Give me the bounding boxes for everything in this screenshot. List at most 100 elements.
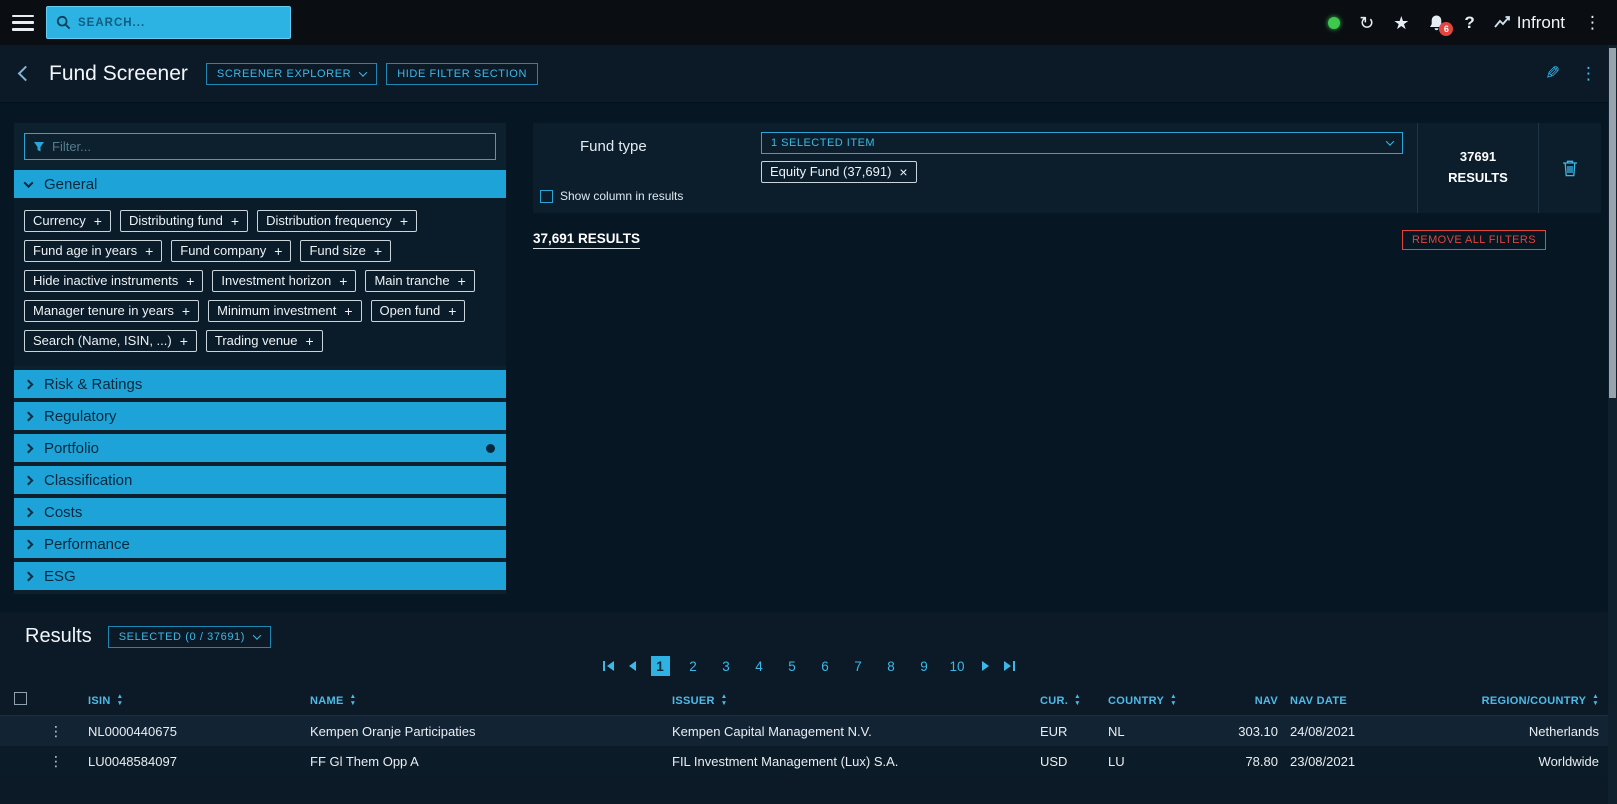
filter-chip-distributing-fund[interactable]: Distributing fund+ xyxy=(120,210,248,232)
column-header-issuer[interactable]: ISSUER▲▼ xyxy=(672,694,1040,706)
sort-icon[interactable]: ▲▼ xyxy=(1170,694,1177,706)
add-icon: + xyxy=(339,274,347,288)
selected-rows-dropdown[interactable]: SELECTED (0 / 37691) xyxy=(108,626,271,648)
filter-chip-fund-company[interactable]: Fund company+ xyxy=(171,240,291,262)
filter-panel: General Currency+ Distributing fund+ Dis… xyxy=(14,123,506,594)
filter-chip-hide-inactive[interactable]: Hide inactive instruments+ xyxy=(24,270,203,292)
menu-icon[interactable] xyxy=(12,15,34,31)
active-filters-area: Fund type Show column in results 1 SELEC… xyxy=(533,123,1601,250)
show-column-checkbox[interactable]: Show column in results xyxy=(540,189,753,203)
filter-chip-minimum-investment[interactable]: Minimum investment+ xyxy=(208,300,361,322)
row-menu-icon[interactable]: ⋮ xyxy=(40,753,88,770)
remove-all-filters-button[interactable]: REMOVE ALL FILTERS xyxy=(1402,230,1546,250)
sort-icon[interactable]: ▲▼ xyxy=(117,694,124,706)
filter-chip-search-name-isin[interactable]: Search (Name, ISIN, ...)+ xyxy=(24,330,197,352)
sort-icon[interactable]: ▲▼ xyxy=(1592,694,1599,706)
delete-filter-button[interactable] xyxy=(1539,123,1601,213)
fund-type-dropdown[interactable]: 1 SELECTED ITEM xyxy=(761,132,1403,154)
column-header-nav-date[interactable]: NAV DATE xyxy=(1278,695,1390,707)
filter-chip-currency[interactable]: Currency+ xyxy=(24,210,111,232)
results-count-link[interactable]: 37,691 RESULTS xyxy=(533,231,640,249)
global-search[interactable] xyxy=(46,6,291,39)
notifications-button[interactable]: 6 xyxy=(1428,14,1445,32)
filter-results-count: 37691 RESULTS xyxy=(1418,123,1538,213)
last-page-button[interactable] xyxy=(1004,661,1015,671)
chevron-right-icon xyxy=(24,379,34,389)
back-button[interactable] xyxy=(20,68,31,79)
select-all-checkbox[interactable] xyxy=(14,692,27,705)
sort-icon[interactable]: ▲▼ xyxy=(1074,694,1081,706)
results-section: Results SELECTED (0 / 37691) 1 2 3 4 5 6… xyxy=(0,612,1617,804)
filter-chip-fund-size[interactable]: Fund size+ xyxy=(300,240,391,262)
screener-explorer-dropdown[interactable]: SCREENER EXPLORER xyxy=(206,63,377,85)
chevron-down-icon xyxy=(1386,137,1394,145)
hide-filter-label: HIDE FILTER SECTION xyxy=(397,68,527,80)
page-button-3[interactable]: 3 xyxy=(717,656,736,676)
page-button-8[interactable]: 8 xyxy=(882,656,901,676)
filter-search[interactable] xyxy=(24,133,496,160)
trash-icon xyxy=(1562,159,1578,177)
page-button-5[interactable]: 5 xyxy=(783,656,802,676)
remove-chip-icon[interactable]: × xyxy=(899,165,907,179)
page-button-10[interactable]: 10 xyxy=(948,656,967,676)
search-input[interactable] xyxy=(78,17,281,29)
add-icon: + xyxy=(306,334,314,348)
page-button-7[interactable]: 7 xyxy=(849,656,868,676)
previous-page-button[interactable] xyxy=(628,661,637,671)
chevron-right-icon xyxy=(24,571,34,581)
row-menu-icon[interactable]: ⋮ xyxy=(40,723,88,740)
section-costs[interactable]: Costs xyxy=(14,498,506,526)
section-performance[interactable]: Performance xyxy=(14,530,506,558)
filter-chip-open-fund[interactable]: Open fund+ xyxy=(371,300,466,322)
cell-nav: 303.10 xyxy=(1192,724,1278,739)
help-button[interactable]: ? xyxy=(1464,14,1474,31)
chevron-right-icon xyxy=(24,443,34,453)
sort-icon[interactable]: ▲▼ xyxy=(721,694,728,706)
overflow-menu-icon[interactable]: ⋮ xyxy=(1584,14,1601,31)
column-header-isin[interactable]: ISIN▲▼ xyxy=(88,694,310,706)
active-filter-card: Fund type Show column in results 1 SELEC… xyxy=(533,123,1601,213)
add-icon: + xyxy=(458,274,466,288)
chevron-right-icon xyxy=(24,475,34,485)
page-button-6[interactable]: 6 xyxy=(816,656,835,676)
filter-chip-fund-age[interactable]: Fund age in years+ xyxy=(24,240,162,262)
next-page-button[interactable] xyxy=(981,661,990,671)
column-header-cur[interactable]: CUR.▲▼ xyxy=(1040,694,1108,706)
section-portfolio[interactable]: Portfolio xyxy=(14,434,506,462)
page-button-2[interactable]: 2 xyxy=(684,656,703,676)
table-row[interactable]: ⋮ NL0000440675 Kempen Oranje Participati… xyxy=(0,716,1617,746)
section-regulatory[interactable]: Regulatory xyxy=(14,402,506,430)
section-general[interactable]: General xyxy=(14,170,506,198)
column-header-nav[interactable]: NAV xyxy=(1192,695,1278,707)
scrollbar-thumb[interactable] xyxy=(1609,48,1616,398)
section-esg[interactable]: ESG xyxy=(14,562,506,590)
section-classification[interactable]: Classification xyxy=(14,466,506,494)
page-button-1[interactable]: 1 xyxy=(651,656,670,676)
chevron-right-icon xyxy=(24,539,34,549)
page-button-9[interactable]: 9 xyxy=(915,656,934,676)
filter-input[interactable] xyxy=(52,139,487,154)
filter-chip-main-tranche[interactable]: Main tranche+ xyxy=(365,270,474,292)
checkbox-icon xyxy=(540,190,553,203)
column-header-region[interactable]: REGION/COUNTRY▲▼ xyxy=(1390,694,1617,706)
vertical-scrollbar[interactable] xyxy=(1608,45,1617,804)
hide-filter-section-button[interactable]: HIDE FILTER SECTION xyxy=(386,63,538,85)
star-icon[interactable]: ★ xyxy=(1393,14,1409,32)
first-page-button[interactable] xyxy=(603,661,614,671)
section-risk-ratings[interactable]: Risk & Ratings xyxy=(14,370,506,398)
page-button-4[interactable]: 4 xyxy=(750,656,769,676)
edit-icon[interactable]: ✎ xyxy=(1545,63,1560,84)
selected-filter-chip[interactable]: Equity Fund (37,691) × xyxy=(761,161,917,183)
page-overflow-menu-icon[interactable]: ⋮ xyxy=(1580,64,1597,84)
column-header-country[interactable]: COUNTRY▲▼ xyxy=(1108,694,1192,706)
column-header-name[interactable]: NAME▲▼ xyxy=(310,694,672,706)
filter-chip-manager-tenure[interactable]: Manager tenure in years+ xyxy=(24,300,199,322)
refresh-icon[interactable]: ↻ xyxy=(1359,14,1374,32)
funnel-icon xyxy=(33,141,45,153)
filter-chip-trading-venue[interactable]: Trading venue+ xyxy=(206,330,323,352)
table-row[interactable]: ⋮ LU0048584097 FF Gl Them Opp A FIL Inve… xyxy=(0,746,1617,776)
filter-chip-investment-horizon[interactable]: Investment horizon+ xyxy=(212,270,356,292)
sort-icon[interactable]: ▲▼ xyxy=(350,694,357,706)
filter-chip-distribution-frequency[interactable]: Distribution frequency+ xyxy=(257,210,417,232)
cell-nav: 78.80 xyxy=(1192,754,1278,769)
